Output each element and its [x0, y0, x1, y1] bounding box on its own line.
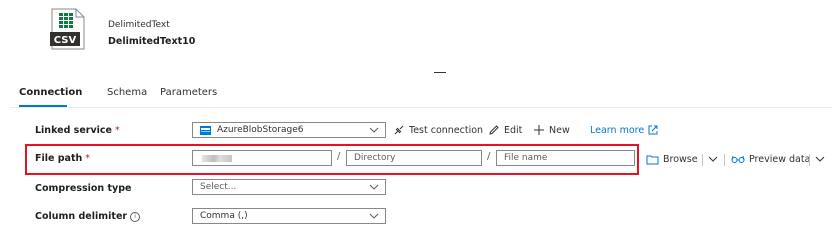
- compression-type-select[interactable]: Select...: [192, 179, 386, 195]
- directory-input[interactable]: Directory: [346, 150, 482, 166]
- chevron-down-icon: [369, 127, 379, 133]
- linked-service-value: AzureBlobStorage6: [217, 125, 304, 135]
- linked-service-select[interactable]: AzureBlobStorage6: [192, 122, 386, 138]
- plus-icon: [534, 125, 544, 135]
- test-connection-label: Test connection: [409, 124, 484, 136]
- browse-label: Browse: [663, 153, 698, 165]
- path-separator: /: [337, 151, 341, 162]
- csv-file-icon: CSV: [50, 8, 85, 50]
- dataset-name: DelimitedText10: [108, 36, 196, 47]
- preview-data-button[interactable]: Preview data: [731, 152, 810, 166]
- column-delimiter-value: Comma (,): [200, 211, 248, 221]
- tab-parameters[interactable]: Parameters: [160, 87, 217, 98]
- browse-button[interactable]: Browse: [646, 152, 698, 166]
- test-connection-icon: [394, 125, 404, 135]
- new-button[interactable]: New: [533, 122, 570, 138]
- chevron-down-icon: [369, 184, 379, 190]
- info-icon: i: [130, 212, 141, 222]
- storage-account-icon: [200, 126, 211, 135]
- toolbar-divider: [809, 154, 810, 166]
- compression-type-label: Compression type: [35, 183, 132, 194]
- edit-button[interactable]: Edit: [488, 122, 522, 138]
- folder-icon: [646, 155, 659, 164]
- learn-more-label: Learn more: [590, 124, 645, 136]
- pencil-icon: [489, 125, 499, 135]
- file-name-input[interactable]: File name: [496, 150, 635, 166]
- edit-label: Edit: [504, 124, 523, 136]
- test-connection-button[interactable]: Test connection: [393, 122, 483, 138]
- chevron-down-icon: [369, 213, 379, 219]
- toolbar-divider: [702, 154, 703, 166]
- linked-service-label: Linked service *: [35, 125, 120, 136]
- glasses-icon: [731, 155, 745, 163]
- csv-icon-label: CSV: [54, 35, 77, 46]
- new-label: New: [549, 124, 570, 136]
- column-delimiter-label: Column delimiter i: [35, 211, 141, 222]
- file-path-label: File path *: [35, 153, 91, 164]
- required-mark: *: [85, 153, 91, 164]
- required-mark: *: [115, 125, 120, 136]
- external-link-icon: [648, 125, 658, 135]
- learn-more-link[interactable]: Learn more: [590, 122, 658, 138]
- dataset-type: DelimitedText: [108, 20, 170, 30]
- path-separator: /: [487, 151, 491, 162]
- toolbar-divider: [724, 154, 725, 166]
- container-input[interactable]: [192, 150, 332, 166]
- redacted-container-name: [202, 155, 232, 162]
- column-delimiter-select[interactable]: Comma (,): [192, 208, 386, 224]
- tabs-divider: [10, 107, 832, 108]
- compression-type-placeholder: Select...: [200, 182, 237, 192]
- tab-schema[interactable]: Schema: [107, 87, 147, 98]
- tab-connection[interactable]: Connection: [19, 87, 82, 98]
- browse-chevron-down-icon[interactable]: [708, 155, 718, 163]
- preview-data-label: Preview data: [749, 153, 811, 165]
- collapse-handle[interactable]: [434, 72, 446, 73]
- preview-chevron-down-icon[interactable]: [815, 155, 825, 163]
